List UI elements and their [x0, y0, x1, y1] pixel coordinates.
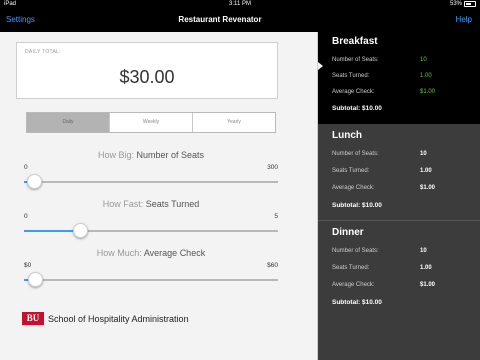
seats-row-label: Number of Seats: [332, 57, 379, 63]
status-bar: iPad 3:11 PM 53% [0, 0, 480, 10]
turns-row-value: 1.00 [420, 265, 432, 271]
seats-prefix: How Big: [97, 150, 134, 160]
turns-label: Seats Turned [145, 199, 200, 209]
turns-row-value: 1.00 [420, 73, 432, 79]
check-slider-thumb[interactable] [28, 272, 44, 287]
check-row-label: Average Check: [332, 89, 375, 95]
turns-slider[interactable] [24, 223, 278, 238]
check-label: Average Check [143, 248, 206, 258]
subtotal: Subtotal: $10.00 [332, 105, 382, 112]
turns-row-label: Seats Turned: [332, 168, 370, 174]
seats-slider-thumb[interactable] [27, 174, 43, 189]
calculator-panel: DAILY TOTAL: $30.00 Daily Weekly Yearly … [0, 32, 318, 360]
selection-pointer-icon [318, 62, 323, 70]
seats-slider-title: How Big: Number of Seats [24, 150, 278, 160]
turns-slider-thumb[interactable] [72, 223, 88, 238]
seats-row-value: 10 [420, 151, 427, 157]
seats-min: 0 [24, 164, 28, 171]
check-row-value: $1.00 [420, 89, 436, 95]
seats-row-value: 10 [420, 248, 427, 254]
settings-button[interactable]: Settings [6, 15, 35, 24]
meal-lunch[interactable]: Lunch Number of Seats: 10 Seats Turned: … [318, 124, 480, 222]
battery-percent: 53% [449, 1, 462, 7]
check-slider-block: How Much: Average Check $0 $60 [24, 248, 278, 287]
meal-title: Dinner [332, 227, 364, 238]
turns-min: 0 [24, 213, 28, 220]
check-row-label: Average Check: [332, 282, 375, 288]
bu-logo: BU [22, 312, 44, 325]
seats-slider-block: How Big: Number of Seats 0 300 [24, 150, 278, 189]
tab-yearly[interactable]: Yearly [192, 113, 275, 132]
check-min: $0 [24, 262, 32, 269]
meal-title: Breakfast [332, 36, 378, 47]
turns-slider-block: How Fast: Seats Turned 0 5 [24, 199, 278, 238]
turns-row-label: Seats Turned: [332, 73, 370, 79]
subtotal: Subtotal: $10.00 [332, 299, 382, 306]
seats-label: Number of Seats [136, 150, 205, 160]
help-button[interactable]: Help [456, 15, 472, 24]
total-value: $30.00 [119, 67, 175, 87]
check-row-value: $1.00 [420, 185, 436, 191]
seats-row-value: 10 [420, 57, 427, 63]
check-slider[interactable] [24, 272, 278, 287]
check-max: $60 [267, 262, 278, 269]
turns-slider-title: How Fast: Seats Turned [24, 199, 278, 209]
seats-slider[interactable] [24, 174, 278, 189]
nav-bar: Settings Restaurant Revenator Help [0, 10, 480, 32]
check-row-label: Average Check: [332, 185, 375, 191]
subtotal: Subtotal: $10.00 [332, 202, 382, 209]
turns-row-value: 1.00 [420, 168, 432, 174]
meal-breakfast[interactable]: Breakfast Number of Seats: 10 Seats Turn… [318, 32, 480, 124]
check-slider-title: How Much: Average Check [24, 248, 278, 258]
clock: 3:11 PM [229, 1, 251, 7]
seats-row-label: Number of Seats: [332, 248, 379, 254]
check-prefix: How Much: [96, 248, 142, 258]
check-row-value: $1.00 [420, 282, 436, 288]
page-title: Restaurant Revenator [178, 15, 262, 24]
tab-weekly[interactable]: Weekly [109, 113, 192, 132]
seats-row-label: Number of Seats: [332, 151, 379, 157]
seats-max: 300 [267, 164, 278, 171]
total-label: DAILY TOTAL: [25, 49, 61, 55]
battery-indicator: 53% [450, 1, 476, 7]
period-segmented-control: Daily Weekly Yearly [26, 112, 276, 133]
turns-prefix: How Fast: [102, 199, 144, 209]
turns-max: 5 [274, 213, 278, 220]
meal-summary-panel: Breakfast Number of Seats: 10 Seats Turn… [318, 32, 480, 360]
school-branding: BU School of Hospitality Administration [22, 312, 189, 325]
battery-icon [464, 1, 476, 7]
school-name: School of Hospitality Administration [48, 313, 189, 324]
turns-row-label: Seats Turned: [332, 265, 370, 271]
meal-dinner[interactable]: Dinner Number of Seats: 10 Seats Turned:… [318, 221, 480, 321]
daily-total-card: DAILY TOTAL: $30.00 [16, 42, 278, 99]
meal-title: Lunch [332, 130, 362, 141]
tab-daily[interactable]: Daily [27, 113, 109, 132]
